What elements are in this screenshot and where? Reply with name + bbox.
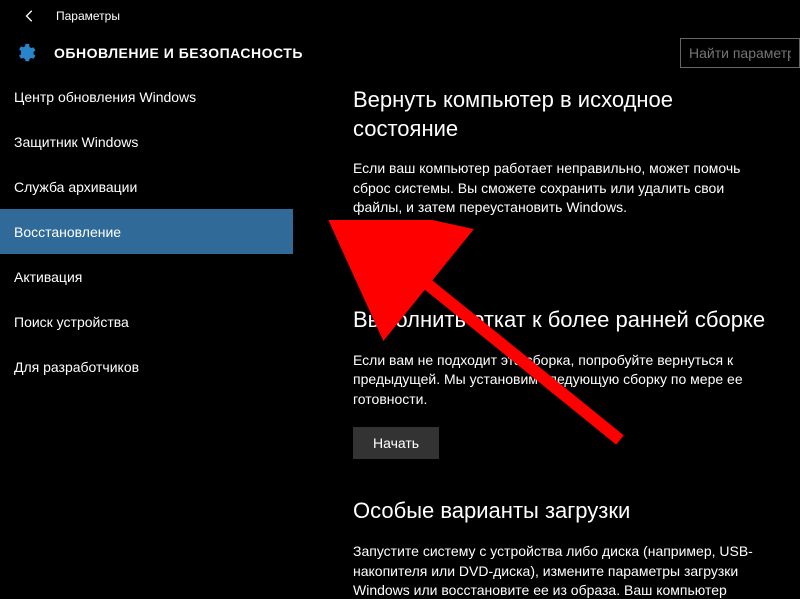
sidebar-item-backup[interactable]: Служба архивации <box>0 164 293 209</box>
section-heading: Особые варианты загрузки <box>353 497 776 526</box>
gear-icon <box>14 42 36 64</box>
section-body: Если ваш компьютер работает неправильно,… <box>353 159 776 218</box>
back-button[interactable] <box>18 4 42 28</box>
section-advanced-startup: Особые варианты загрузки Запустите систе… <box>353 497 776 599</box>
sidebar-item-activation[interactable]: Активация <box>0 254 293 299</box>
sidebar-item-recovery[interactable]: Восстановление <box>0 209 293 254</box>
sidebar: Центр обновления Windows Защитник Window… <box>0 74 293 599</box>
search-input[interactable] <box>680 38 800 68</box>
sidebar-item-label: Восстановление <box>14 224 121 240</box>
back-arrow-icon <box>23 9 37 23</box>
section-body: Если вам не подходит эта сборка, попробу… <box>353 351 776 410</box>
sidebar-item-label: Центр обновления Windows <box>14 89 196 105</box>
section-rollback: Выполнить откат к более ранней сборке Ес… <box>353 306 776 459</box>
section-reset-pc: Вернуть компьютер в исходное состояние Е… <box>353 86 776 268</box>
main-content: Вернуть компьютер в исходное состояние Е… <box>293 74 800 599</box>
section-title: ОБНОВЛЕНИЕ И БЕЗОПАСНОСТЬ <box>54 45 303 61</box>
rollback-start-button[interactable]: Начать <box>353 427 439 459</box>
window-header: Параметры <box>0 0 800 32</box>
section-heading: Выполнить откат к более ранней сборке <box>353 306 776 335</box>
sidebar-item-windows-update[interactable]: Центр обновления Windows <box>0 74 293 119</box>
app-name: Параметры <box>56 9 120 23</box>
sidebar-item-label: Защитник Windows <box>14 134 138 150</box>
reset-pc-start-button[interactable]: Начать <box>353 236 439 268</box>
sidebar-item-label: Поиск устройства <box>14 314 129 330</box>
sidebar-item-label: Активация <box>14 269 82 285</box>
title-bar: ОБНОВЛЕНИЕ И БЕЗОПАСНОСТЬ <box>0 32 800 74</box>
section-heading: Вернуть компьютер в исходное состояние <box>353 86 776 143</box>
sidebar-item-developers[interactable]: Для разработчиков <box>0 344 293 389</box>
sidebar-item-label: Для разработчиков <box>14 359 139 375</box>
sidebar-item-label: Служба архивации <box>14 179 137 195</box>
sidebar-item-defender[interactable]: Защитник Windows <box>0 119 293 164</box>
section-body: Запустите систему с устройства либо диск… <box>353 542 776 599</box>
sidebar-item-find-device[interactable]: Поиск устройства <box>0 299 293 344</box>
